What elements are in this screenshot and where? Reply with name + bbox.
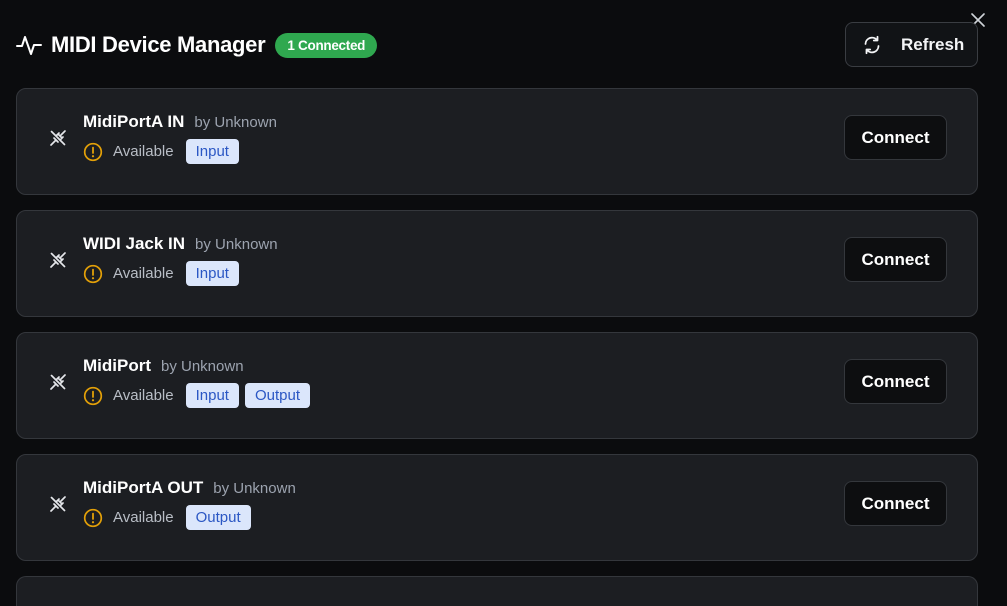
connect-button[interactable]: Connect [844, 359, 947, 404]
device-card-midiporta-out: MidiPortA OUT by Unknown Available Outpu… [16, 454, 978, 561]
warning-circle-icon [83, 508, 103, 528]
activity-pulse-icon [16, 32, 42, 58]
device-name-row: MidiPortA OUT by Unknown [83, 478, 296, 498]
warning-circle-icon [83, 142, 103, 162]
unplugged-icon [48, 372, 68, 392]
device-name: WIDI Jack IN [83, 234, 186, 253]
port-tag-input: Input [185, 139, 239, 164]
device-name: MidiPortA OUT [83, 478, 204, 497]
device-name-row: WIDI Jack IN by Unknown [83, 234, 278, 254]
connected-count-badge: 1 Connected [275, 32, 378, 58]
device-card-midiport: MidiPort by Unknown Available Input Outp… [16, 332, 978, 439]
device-status: Available [113, 509, 174, 526]
warning-circle-icon [83, 386, 103, 406]
device-card-widi-jack-in: WIDI Jack IN by Unknown Available Input … [16, 210, 978, 317]
device-status-row: Available Input Output [83, 383, 316, 408]
device-name: MidiPortA IN [83, 112, 185, 131]
dialog-header: MIDI Device Manager 1 Connected Refresh [16, 22, 978, 67]
refresh-button[interactable]: Refresh [845, 22, 978, 67]
device-list: MidiPortA IN by Unknown Available Input … [16, 88, 978, 606]
connect-button[interactable]: Connect [844, 237, 947, 282]
connect-button[interactable]: Connect [844, 115, 947, 160]
device-name-row: MidiPortA IN by Unknown [83, 112, 277, 132]
unplugged-icon [48, 250, 68, 270]
device-status-row: Available Input [83, 261, 245, 286]
port-tag-output: Output [185, 505, 251, 530]
device-name-row: MidiPort by Unknown [83, 356, 244, 376]
device-maker: by Unknown [194, 114, 277, 131]
device-status: Available [113, 387, 174, 404]
device-maker: by Unknown [161, 358, 244, 375]
device-status-row: Available Output [83, 505, 257, 530]
title-group: MIDI Device Manager 1 Connected [16, 32, 378, 58]
port-tag-input: Input [185, 383, 239, 408]
device-maker: by Unknown [195, 236, 278, 253]
port-tag-output: Output [244, 383, 311, 408]
device-status-row: Available Input [83, 139, 245, 164]
refresh-icon [861, 34, 883, 56]
device-name: MidiPort [83, 356, 151, 375]
device-card-midiporta-in: MidiPortA IN by Unknown Available Input … [16, 88, 978, 195]
page-title: MIDI Device Manager [51, 32, 266, 57]
unplugged-icon [48, 128, 68, 148]
device-status: Available [113, 265, 174, 282]
warning-circle-icon [83, 264, 103, 284]
unplugged-icon [48, 494, 68, 514]
midi-device-manager-dialog: MIDI Device Manager 1 Connected Refresh … [0, 0, 1007, 606]
refresh-label: Refresh [901, 34, 965, 54]
device-maker: by Unknown [213, 480, 296, 497]
device-status: Available [113, 143, 174, 160]
connect-button[interactable]: Connect [844, 481, 947, 526]
device-card-partial [16, 576, 978, 606]
port-tag-input: Input [185, 261, 239, 286]
